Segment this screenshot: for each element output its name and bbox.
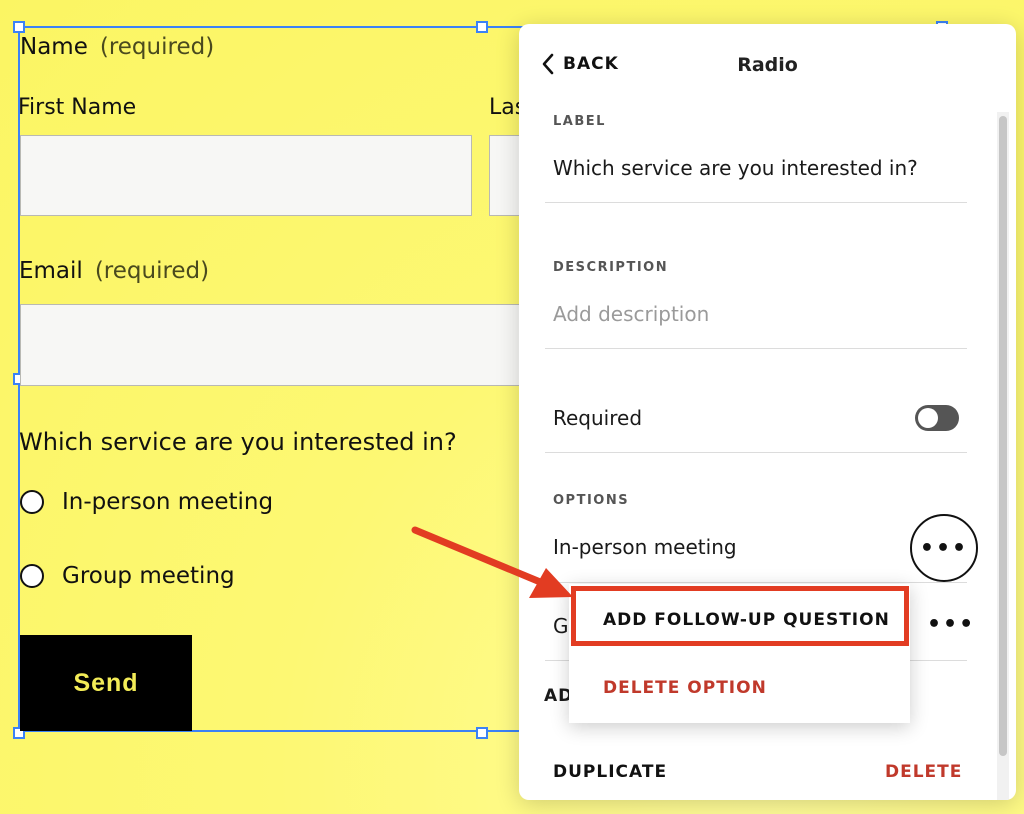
back-label: BACK [563, 54, 619, 74]
delete-button[interactable]: DELETE [885, 762, 962, 782]
delete-option-item[interactable]: DELETE OPTION [569, 678, 910, 698]
resize-handle-top-center[interactable] [476, 21, 488, 33]
radio-button[interactable] [20, 564, 44, 588]
name-required-text: (required) [99, 34, 215, 60]
back-button[interactable]: BACK [541, 53, 619, 75]
email-required-text: (required) [94, 258, 210, 284]
toggle-knob [918, 408, 938, 428]
send-button[interactable]: Send [20, 635, 192, 731]
scrollbar-thumb[interactable] [999, 116, 1007, 756]
more-options-button[interactable]: ••• [910, 514, 978, 582]
description-caption: DESCRIPTION [553, 260, 669, 275]
first-name-label: First Name [18, 95, 137, 120]
name-field-label: Name (required) [20, 34, 214, 60]
divider [545, 452, 967, 453]
email-label-text: Email [19, 258, 83, 284]
option-item-group[interactable]: G [553, 614, 569, 638]
required-toggle[interactable] [915, 405, 959, 431]
label-input[interactable]: Which service are you interested in? [553, 156, 918, 180]
options-caption: OPTIONS [553, 493, 630, 508]
scrollbar[interactable] [997, 112, 1009, 800]
email-input[interactable] [20, 304, 530, 386]
radio-button[interactable] [20, 490, 44, 514]
annotation-highlight-box [571, 586, 909, 646]
more-options-button-group[interactable]: ••• [927, 612, 975, 637]
divider [545, 202, 967, 203]
label-caption: LABEL [553, 114, 606, 129]
email-field-label: Email (required) [19, 258, 209, 284]
required-label: Required [553, 406, 643, 430]
chevron-left-icon [542, 53, 554, 75]
radio-option-group[interactable]: Group meeting [20, 563, 235, 589]
option-item-in-person[interactable]: In-person meeting [553, 535, 737, 559]
duplicate-button[interactable]: DUPLICATE [553, 762, 667, 782]
resize-handle-bottom-center[interactable] [476, 727, 488, 739]
radio-option-in-person[interactable]: In-person meeting [20, 489, 273, 515]
name-label-text: Name [20, 34, 88, 60]
radio-option-label: Group meeting [62, 563, 235, 589]
arrow-icon [411, 526, 573, 598]
divider [545, 582, 967, 583]
radio-question: Which service are you interested in? [19, 428, 457, 456]
divider [545, 348, 967, 349]
radio-option-label: In-person meeting [62, 489, 274, 515]
more-dots-icon: ••• [919, 535, 969, 561]
resize-handle-top-left[interactable] [13, 21, 25, 33]
description-input[interactable]: Add description [553, 302, 709, 326]
first-name-input[interactable] [20, 135, 472, 216]
